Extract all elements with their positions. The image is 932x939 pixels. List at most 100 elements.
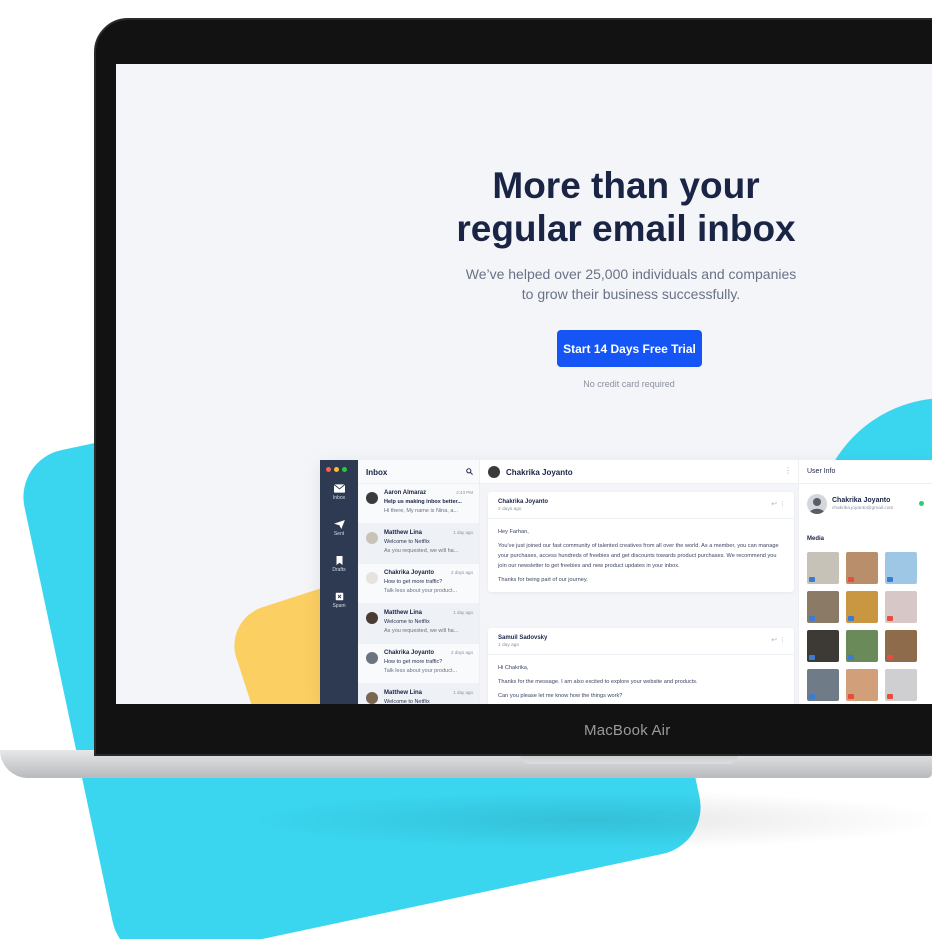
media-type-icon	[809, 577, 815, 582]
media-type-icon	[848, 616, 854, 621]
reply-icon[interactable]: ↩	[771, 637, 777, 644]
avatar	[488, 466, 500, 478]
media-type-icon	[887, 577, 893, 582]
message-time: 2 days ago	[498, 507, 522, 512]
message-greeting: Hi Chakrika,	[498, 665, 529, 671]
message-time: 1 day ago	[453, 610, 473, 615]
window-close-dot[interactable]	[326, 467, 331, 472]
message-time: 2:43 PM	[456, 490, 473, 495]
media-thumbnail[interactable]	[807, 669, 839, 701]
media-thumbnail[interactable]	[807, 630, 839, 662]
media-thumbnail[interactable]	[885, 669, 917, 701]
message-list-header: Inbox	[358, 460, 479, 484]
message-time: 2 days ago	[450, 650, 473, 655]
avatar	[366, 692, 378, 704]
rail-item-sent[interactable]: Sent	[320, 520, 358, 537]
thread-panel: Chakrika Joyanto ⋮ Chakrika Joyanto 2 da…	[480, 460, 798, 704]
thread-contact-name: Chakrika Joyanto	[506, 468, 573, 477]
message-body: Thanks for the message. I am also excite…	[498, 679, 698, 685]
media-type-icon	[887, 655, 893, 660]
message-list-item[interactable]: Chakrika Joyanto 2 days ago How to get mor…	[358, 564, 479, 604]
media-type-icon	[887, 694, 893, 699]
message-time: 1 day ago	[453, 530, 473, 535]
media-thumbnail[interactable]	[885, 552, 917, 584]
more-icon[interactable]: ⋮	[779, 501, 786, 508]
window-minimize-dot[interactable]	[334, 467, 339, 472]
send-icon	[333, 520, 345, 529]
rail-item-label: Drafts	[332, 567, 346, 573]
start-trial-button[interactable]: Start 14 Days Free Trial	[557, 330, 702, 367]
user-name: Chakrika Joyanto	[832, 497, 891, 504]
message-preview: Hi there, My name is Nina, a...	[384, 508, 458, 514]
more-icon[interactable]: ⋮	[784, 466, 792, 475]
avatar	[366, 532, 378, 544]
laptop-shadow	[230, 790, 932, 850]
user-profile: Chakrika Joyanto chakrika.joyanto@gmail.…	[799, 484, 932, 524]
avatar	[366, 652, 378, 664]
media-thumbnail[interactable]	[885, 591, 917, 623]
message-card: Chakrika Joyanto 2 days ago ↩ ⋮ Hey Farh…	[488, 492, 794, 592]
message-subject: How to get more traffic?	[384, 579, 443, 585]
avatar	[807, 494, 827, 514]
message-preview: As you requested, we will ha...	[384, 548, 459, 554]
hero-title-line-1: More than your	[492, 165, 760, 206]
online-status-dot	[919, 501, 924, 506]
message-preview: Talk less about your product...	[384, 668, 458, 674]
media-type-icon	[848, 694, 854, 699]
message-list-item[interactable]: Matthew Lina 1 day ago Welcome to Netflix A…	[358, 524, 479, 564]
bookmark-icon	[336, 556, 342, 565]
more-icon[interactable]: ⋮	[779, 637, 786, 644]
message-list-item[interactable]: Aaron Almaraz 2:43 PM Help us making inbox…	[358, 484, 479, 524]
reply-icon[interactable]: ↩	[771, 501, 777, 508]
media-thumbnail[interactable]	[846, 669, 878, 701]
message-list-item[interactable]: Chakrika Joyanto 2 days ago How to get mor…	[358, 644, 479, 684]
rail-item-drafts[interactable]: Drafts	[320, 556, 358, 573]
rail-item-label: Inbox	[332, 495, 346, 501]
divider	[488, 518, 794, 519]
message-greeting: Hey Farhan,	[498, 529, 529, 535]
message-list-item[interactable]: Matthew Lina 1 day ago Welcome to Netflix	[358, 684, 479, 704]
message-time: 1 day ago	[453, 690, 473, 695]
rail-item-inbox[interactable]: Inbox	[320, 484, 358, 501]
message-time: 2 days ago	[450, 570, 473, 575]
message-preview: As you requested, we will ha...	[384, 628, 459, 634]
user-info-title: User Info	[807, 468, 836, 475]
media-thumbnail[interactable]	[807, 591, 839, 623]
message-card: Samuil Sadovsky 1 day ago ↩ ⋮ Hi Chakrik…	[488, 628, 794, 704]
spam-icon	[335, 592, 343, 601]
message-subject: How to get more traffic?	[384, 659, 443, 665]
user-info-panel: User Info Chakrika Joyanto chakrika.joya…	[798, 460, 932, 704]
media-thumbnail[interactable]	[846, 630, 878, 662]
hero-subtitle-line-1: We’ve helped over 25,000 individuals and…	[465, 266, 797, 282]
divider	[488, 654, 794, 655]
message-actions: ↩ ⋮	[771, 636, 786, 644]
user-info-header: User Info	[799, 460, 932, 484]
cta-note: No credit card required	[583, 379, 675, 389]
message-rows: Aaron Almaraz 2:43 PM Help us making inbox…	[358, 484, 479, 704]
message-subject: Welcome to Netflix	[384, 699, 430, 704]
rail-item-label: Spam	[332, 603, 346, 609]
media-type-icon	[809, 655, 815, 660]
window-maximize-dot[interactable]	[342, 467, 347, 472]
media-thumbnail[interactable]	[846, 552, 878, 584]
message-closing: Thanks for being part of our journey.	[498, 577, 588, 583]
message-list-item[interactable]: Matthew Lina 1 day ago Welcome to Netflix A…	[358, 604, 479, 644]
message-subject: Welcome to Netflix	[384, 539, 430, 545]
hero-title-line-2: regular email inbox	[456, 208, 796, 249]
laptop-screen: More than your regular email inbox We’ve…	[116, 64, 932, 704]
nav-rail: Inbox Sent Drafts Spam	[320, 460, 358, 704]
media-grid	[807, 552, 917, 701]
message-list-title: Inbox	[366, 468, 388, 477]
avatar	[366, 612, 378, 624]
media-thumbnail[interactable]	[846, 591, 878, 623]
media-thumbnail[interactable]	[807, 552, 839, 584]
search-icon[interactable]	[466, 468, 473, 475]
hero-subtitle: We’ve helped over 25,000 individuals and…	[446, 264, 816, 304]
user-icon	[809, 498, 825, 514]
message-sender: Samuil Sadovsky	[498, 635, 548, 641]
media-thumbnail[interactable]	[885, 630, 917, 662]
rail-item-spam[interactable]: Spam	[320, 592, 358, 609]
message-body: You’ve just joined our fast community of…	[498, 543, 779, 569]
avatar	[366, 572, 378, 584]
media-type-icon	[809, 694, 815, 699]
